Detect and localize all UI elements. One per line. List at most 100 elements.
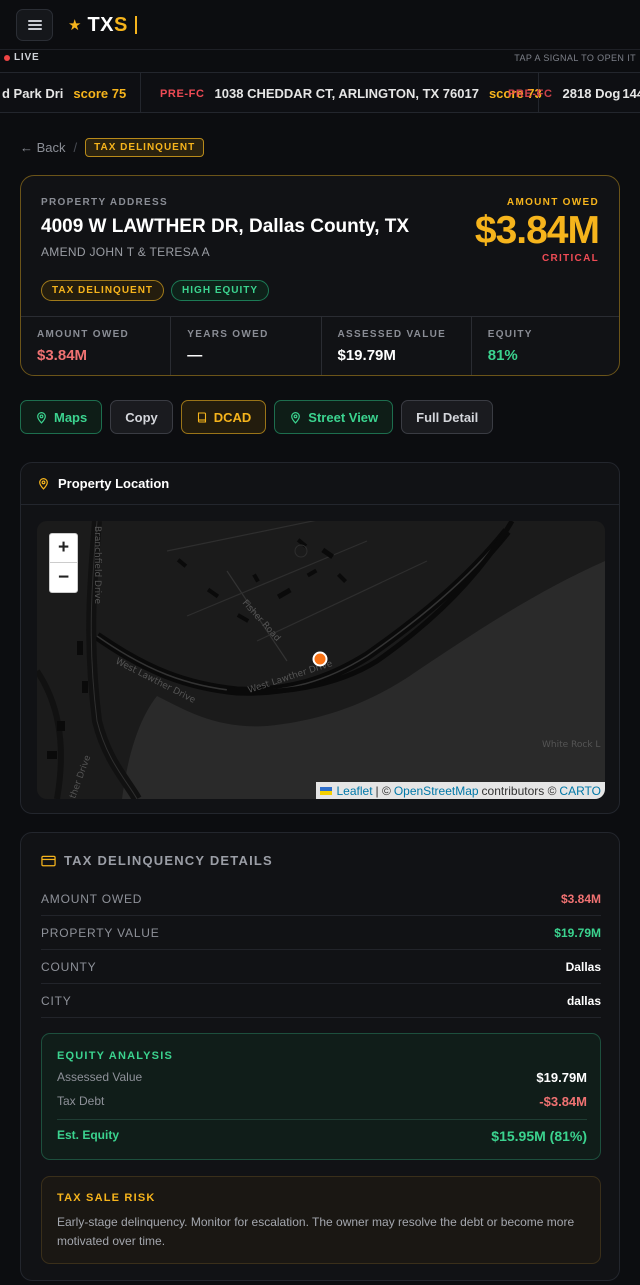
- severity-label: CRITICAL: [541, 253, 599, 264]
- ticker-tag: PRE-FC: [508, 87, 553, 100]
- street-view-button[interactable]: Street View: [274, 400, 394, 434]
- dcad-label: DCAD: [213, 409, 252, 425]
- attr-contributors: contributors ©: [481, 783, 557, 798]
- breadcrumb-current: TAX DELINQUENT: [85, 137, 205, 157]
- full-detail-button[interactable]: Full Detail: [401, 400, 494, 434]
- stat-label: YEARS OWED: [187, 329, 269, 340]
- zoom-out-button[interactable]: −: [50, 563, 77, 592]
- action-buttons: Maps Copy DCAD Street View Full Detail: [20, 400, 494, 434]
- breadcrumb-separator: /: [73, 139, 78, 155]
- street-view-label: Street View: [308, 409, 379, 425]
- detail-value: $19.79M: [554, 925, 601, 940]
- owner-name: AMEND JOHN T & TERESA A: [41, 245, 210, 259]
- street-label: Branchfield Drive: [92, 526, 102, 604]
- property-marker[interactable]: [312, 651, 328, 667]
- equity-key: Est. Equity: [57, 1128, 120, 1142]
- cursor-mark: [134, 16, 137, 34]
- attr-separator: | ©: [375, 783, 391, 798]
- detail-value: dallas: [566, 993, 601, 1008]
- amount-owed-value: $3.84M: [474, 209, 600, 252]
- live-indicator-dot: [4, 55, 10, 61]
- logo-accent: S: [114, 13, 128, 36]
- property-summary-card: PROPERTY ADDRESS 4009 W LAWTHER DR, Dall…: [20, 175, 620, 376]
- detail-key: PROPERTY VALUE: [41, 925, 160, 940]
- carto-link[interactable]: CARTO: [559, 784, 601, 798]
- stat-value: $3.84M: [37, 347, 88, 364]
- amount-owed-label: AMOUNT OWED: [506, 197, 599, 208]
- leaflet-link[interactable]: Leaflet: [337, 784, 373, 798]
- stat-assessed-value: ASSESSED VALUE $19.79M: [322, 317, 472, 375]
- detail-key: AMOUNT OWED: [41, 891, 143, 906]
- tax-sale-risk-box: TAX SALE RISK Early-stage delinquency. M…: [41, 1176, 601, 1264]
- detail-value: $3.84M: [560, 891, 601, 906]
- map-tiles: Branchfield Drive Fisher Road West Lawth…: [37, 521, 605, 799]
- stat-years-owed: YEARS OWED —: [171, 317, 322, 375]
- stats-row: AMOUNT OWED $3.84M YEARS OWED — ASSESSED…: [21, 316, 619, 375]
- property-location-card: Property Location Branchfield Drive Fish…: [20, 462, 620, 814]
- ticker-score: 144: [622, 86, 640, 101]
- maps-label: Maps: [54, 409, 88, 425]
- street-label: White Rock L: [542, 740, 600, 750]
- map-pin-icon: [39, 478, 48, 490]
- map-pin-icon: [291, 411, 301, 424]
- copy-label: Copy: [125, 409, 158, 425]
- signal-ticker: d Park Dri score 75 PRE-FC 1038 CHEDDAR …: [0, 72, 640, 113]
- star-icon: ★: [68, 17, 82, 34]
- maps-button[interactable]: Maps: [20, 400, 103, 434]
- map-card-title: Property Location: [58, 476, 170, 491]
- equity-divider: [57, 1119, 587, 1120]
- detail-row-city: CITY dallas: [41, 984, 601, 1018]
- detail-row-county: COUNTY Dallas: [41, 950, 601, 984]
- equity-value: $15.95M (81%): [491, 1128, 587, 1144]
- hamburger-icon: [27, 20, 42, 30]
- ticker-address: d Park Dri: [2, 86, 64, 101]
- tag-tax-delinquent: TAX DELINQUENT: [41, 280, 165, 301]
- ticker-address: 1038 CHEDDAR CT, ARLINGTON, TX 76017: [214, 86, 479, 101]
- zoom-in-button[interactable]: +: [50, 534, 77, 563]
- stat-equity: EQUITY 81%: [472, 317, 619, 375]
- ticker-item[interactable]: PRE-FC 1038 CHEDDAR CT, ARLINGTON, TX 76…: [160, 73, 542, 112]
- equity-key: Tax Debt: [57, 1094, 105, 1108]
- tax-delinquency-details-card: TAX DELINQUENCY DETAILS AMOUNT OWED $3.8…: [20, 832, 620, 1281]
- ticker-address: 2818 Dog: [562, 86, 621, 101]
- details-title: TAX DELINQUENCY DETAILS: [64, 853, 273, 868]
- dcad-button[interactable]: DCAD: [180, 400, 267, 434]
- equity-title: EQUITY ANALYSIS: [57, 1050, 174, 1062]
- stat-label: AMOUNT OWED: [37, 329, 130, 340]
- live-label: LIVE: [14, 52, 40, 63]
- app-logo[interactable]: ★ TXS: [68, 12, 137, 38]
- stat-label: EQUITY: [487, 329, 533, 340]
- property-tags: TAX DELINQUENT HIGH EQUITY: [41, 280, 270, 301]
- back-link[interactable]: ← Back: [20, 140, 66, 155]
- equity-value: $19.79M: [536, 1070, 587, 1085]
- map-attribution: Leaflet | © OpenStreetMap contributors ©…: [315, 782, 605, 799]
- map-view[interactable]: Branchfield Drive Fisher Road West Lawth…: [37, 521, 605, 799]
- tap-hint: TAP A SIGNAL TO OPEN IT: [514, 53, 636, 63]
- menu-button[interactable]: [16, 9, 53, 41]
- stat-value: $19.79M: [337, 347, 396, 364]
- ticker-score: score 75: [73, 86, 127, 101]
- map-pin-icon: [37, 411, 46, 424]
- equity-analysis-box: EQUITY ANALYSIS Assessed Value $19.79M T…: [41, 1033, 601, 1160]
- full-detail-label: Full Detail: [416, 409, 479, 425]
- ticker-item[interactable]: PRE-FC 2818 Dog 144: [508, 73, 640, 112]
- detail-key: CITY: [41, 993, 72, 1008]
- stat-value: 81%: [487, 347, 518, 364]
- map-card-header: Property Location: [21, 463, 619, 505]
- ticker-item[interactable]: d Park Dri score 75: [2, 73, 127, 112]
- copy-button[interactable]: Copy: [110, 400, 173, 434]
- logo-prefix: TX: [87, 13, 115, 36]
- stat-amount-owed: AMOUNT OWED $3.84M: [21, 317, 172, 375]
- tag-high-equity: HIGH EQUITY: [171, 280, 270, 301]
- osm-link[interactable]: OpenStreetMap: [394, 784, 479, 798]
- top-bar: ★ TXS: [0, 0, 640, 50]
- details-header: TAX DELINQUENCY DETAILS: [41, 853, 273, 868]
- risk-title: TAX SALE RISK: [57, 1192, 156, 1204]
- stat-value: —: [187, 347, 203, 364]
- detail-row-property-value: PROPERTY VALUE $19.79M: [41, 916, 601, 950]
- equity-row-debt: Tax Debt -$3.84M: [57, 1094, 587, 1109]
- equity-value: -$3.84M: [539, 1094, 587, 1109]
- ukraine-flag-icon: [319, 786, 332, 795]
- detail-value: Dallas: [565, 959, 601, 974]
- equity-key: Assessed Value: [57, 1070, 143, 1084]
